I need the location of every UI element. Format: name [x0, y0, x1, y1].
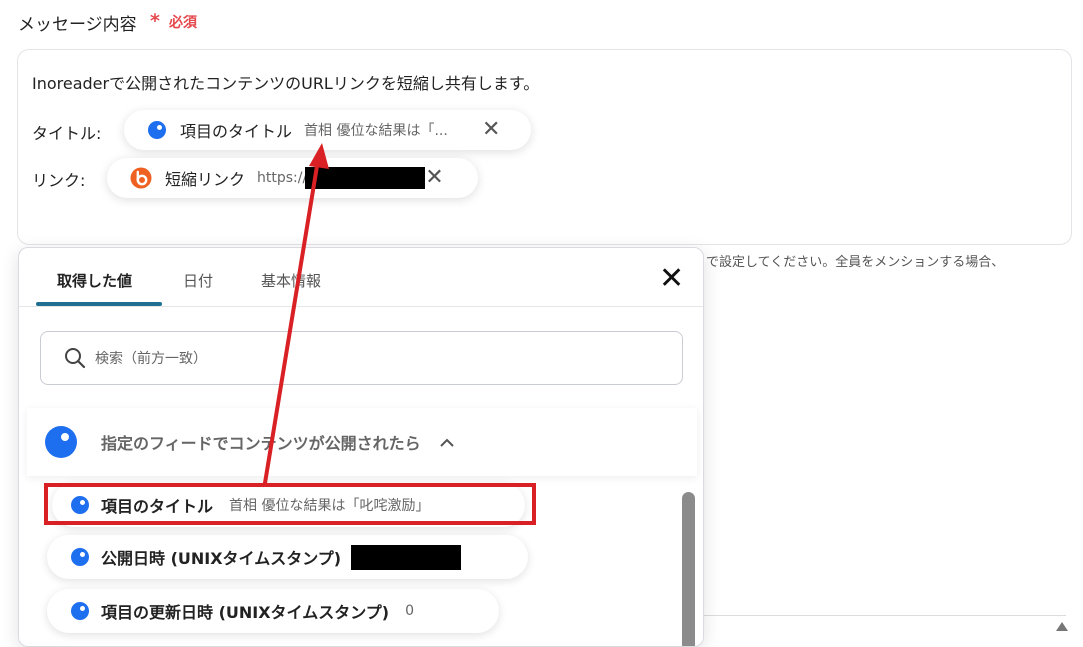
annotation-arrow [263, 143, 329, 485]
